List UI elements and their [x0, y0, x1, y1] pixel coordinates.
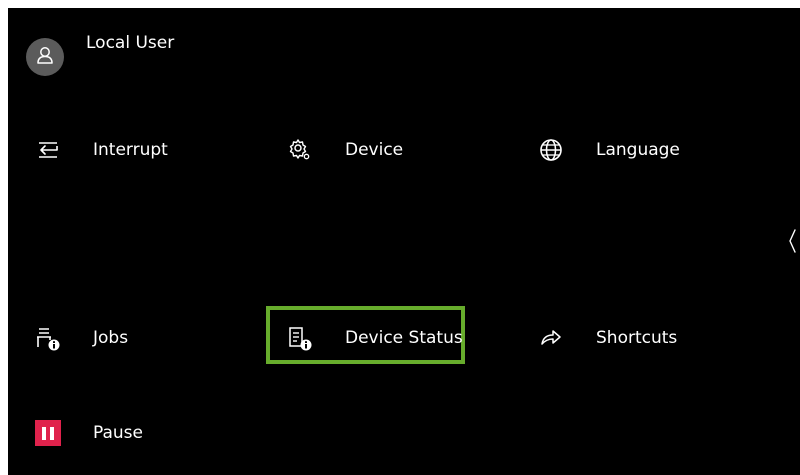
language-label: Language [596, 140, 680, 160]
pause-icon [33, 418, 63, 448]
interrupt-label: Interrupt [93, 140, 168, 160]
chevron-left-icon [787, 228, 797, 258]
jobs-button[interactable]: Jobs [33, 308, 253, 368]
pause-button[interactable]: Pause [33, 403, 253, 463]
device-label: Device [345, 140, 404, 160]
jobs-info-icon [33, 323, 63, 353]
interrupt-icon [33, 135, 63, 165]
shortcuts-label: Shortcuts [596, 328, 678, 348]
pause-label: Pause [93, 423, 143, 443]
device-status-button[interactable]: Device Status [285, 308, 463, 368]
avatar[interactable] [26, 38, 64, 76]
collapse-panel-button[interactable] [784, 226, 800, 260]
jobs-label: Jobs [93, 328, 129, 348]
language-button[interactable]: Language [536, 120, 736, 180]
globe-icon [536, 135, 566, 165]
device-status-label: Device Status [345, 328, 463, 348]
gear-icon [285, 135, 315, 165]
device-button[interactable]: Device [285, 120, 485, 180]
shortcuts-button[interactable]: Shortcuts [536, 308, 736, 368]
interrupt-button[interactable]: Interrupt [33, 120, 253, 180]
user-icon [35, 45, 55, 69]
quick-menu-panel: Local User Interrupt Device Language Job… [8, 8, 800, 475]
share-arrow-icon [536, 323, 566, 353]
user-name[interactable]: Local User [86, 32, 174, 54]
device-status-icon [285, 323, 315, 353]
